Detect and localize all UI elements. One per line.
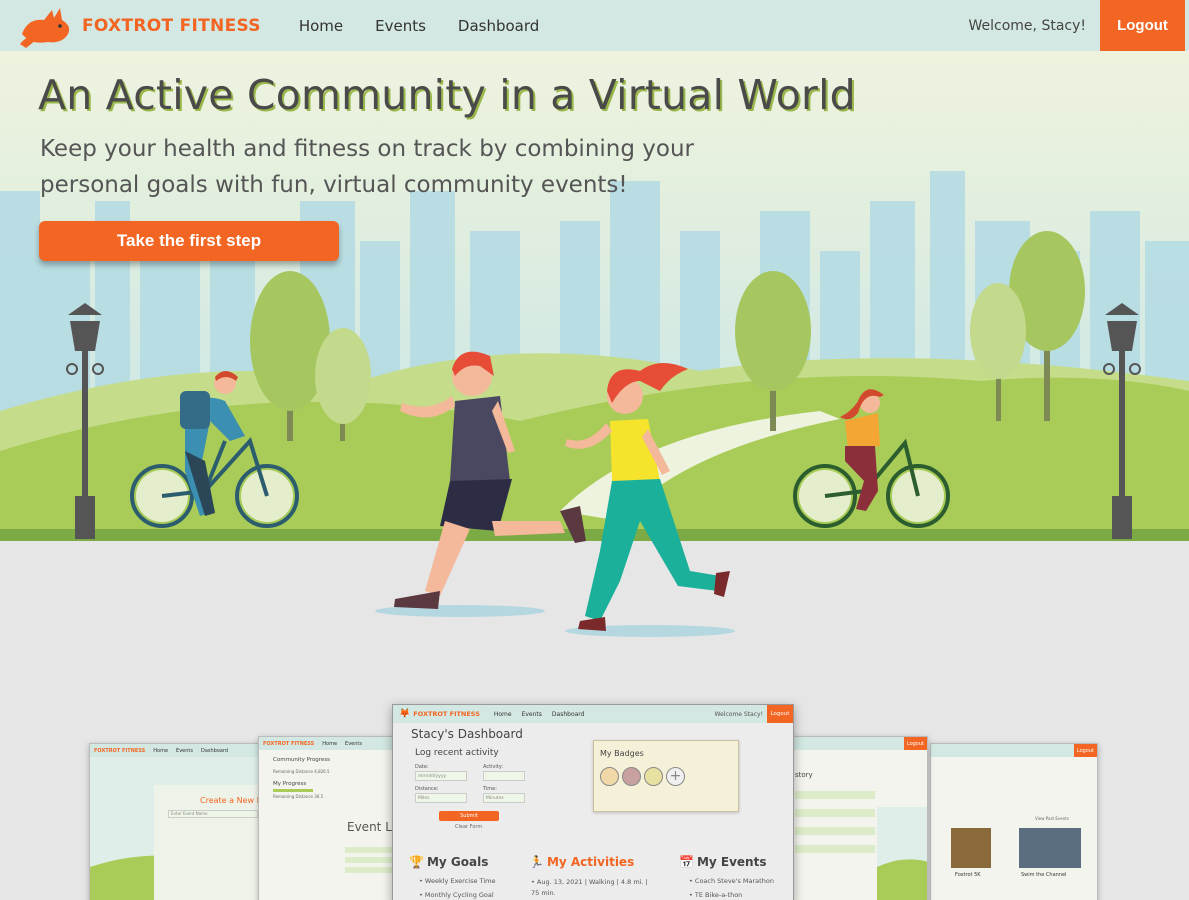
nav-events-link[interactable]: Events (375, 17, 426, 35)
preview-time-label: Time: (483, 786, 497, 792)
preview-time-field: Minutes (483, 793, 525, 803)
preview-badges-panel: My Badges + (593, 740, 739, 812)
preview-submit-button: Submit (439, 811, 499, 821)
preview-link: Events (176, 747, 193, 754)
preview-distance-label: Distance: (415, 786, 439, 792)
preview-table-row (345, 857, 395, 863)
welcome-message: Welcome, Stacy! (968, 17, 1087, 34)
preview-history-title: story (795, 771, 813, 779)
preview-event-image (951, 828, 991, 868)
preview-event-item: • Coach Steve's Marathon (689, 877, 774, 885)
preview-table-row (795, 827, 875, 835)
preview-remaining-distance: Remaining Distance 36.5 (273, 794, 324, 799)
preview-my-progress: My Progress (273, 781, 307, 787)
preview-create-event-title: Create a New E (200, 796, 262, 805)
preview-goal-text: Weekly Exercise Time (424, 877, 496, 885)
preview-create-event[interactable]: FOXTROT FITNESS Home Events Dashboard Creat… (89, 743, 269, 900)
preview-logout: Logout (1073, 744, 1097, 757)
fox-logo-icon: 🦊 (399, 709, 411, 719)
preview-brand: FOXTROT FITNESS (94, 747, 146, 754)
preview-history-page[interactable]: Logout story (790, 736, 928, 900)
preview-events-label: My Events (696, 855, 767, 869)
preview-event-text: TE Bike-a-thon (694, 891, 743, 899)
preview-link: Events (345, 740, 362, 747)
preview-goal-item: • Weekly Exercise Time (419, 877, 496, 885)
preview-progress-bar (273, 789, 313, 792)
preview-event-name-field: Enter Event Name (168, 810, 258, 818)
preview-activities-label: My Activities (546, 855, 635, 869)
calendar-icon: 📅 (679, 855, 694, 869)
preview-dashboard[interactable]: 🦊 FOXTROT FITNESS Home Events Dashboard … (392, 704, 794, 900)
preview-link: Events (521, 710, 542, 718)
preview-activity-text: Aug. 13, 2021 | Walking | 4.8 mi. | 75 m… (531, 878, 648, 897)
preview-logout: Logout (767, 705, 793, 723)
preview-community-progress: Community Progress (273, 757, 331, 763)
trophy-icon: 🏆 (409, 855, 424, 869)
preview-event-text: Coach Steve's Marathon (694, 877, 774, 885)
preview-link: Home (493, 710, 512, 718)
preview-logout: Logout (903, 737, 927, 750)
preview-gallery: FOXTROT FITNESS Home Events Dashboard Creat… (0, 690, 1189, 900)
preview-goals-title: 🏆 My Goals (409, 855, 488, 869)
preview-activity-field (483, 771, 525, 781)
preview-link: Dashboard (551, 710, 585, 718)
preview-log-title: Log recent activity (415, 748, 499, 758)
preview-link: Home (322, 740, 338, 747)
preview-park-illustration (877, 807, 927, 900)
preview-dashboard-title: Stacy's Dashboard (411, 727, 523, 741)
preview-event-title: Foxtrot 5K (955, 872, 981, 878)
preview-goal-text: Monthly Cycling Goal (424, 891, 494, 899)
preview-event-title: Swim the Channel (1021, 872, 1067, 878)
preview-table-row (795, 791, 875, 799)
preview-date-field: mm/dd/yyyy (415, 771, 467, 781)
nav-dashboard-link[interactable]: Dashboard (458, 17, 539, 35)
preview-link: Home (153, 747, 169, 754)
preview-table-row (345, 867, 395, 873)
brand[interactable]: FOXTROT FITNESS (18, 4, 261, 48)
medal-badge-icon (622, 767, 641, 786)
preview-date-label: Date: (415, 764, 429, 770)
runner-icon: 🏃 (529, 855, 544, 869)
preview-event-image (1019, 828, 1081, 868)
preview-goal-item: • Monthly Cycling Goal (419, 891, 494, 899)
add-badge-icon: + (666, 767, 685, 786)
preview-events-page[interactable]: Logout Foxtrot 5K Swim the Channel View … (930, 743, 1098, 900)
preview-remaining-distance: Remaining Distance 4,826.5 (273, 769, 330, 774)
preview-activity-item: • Aug. 13, 2021 | Walking | 4.8 mi. | 75… (531, 878, 648, 897)
preview-activity-label: Activity: (483, 764, 504, 770)
preview-view-past-events: View Past Events (1035, 816, 1069, 821)
preview-goals-label: My Goals (426, 855, 489, 869)
preview-table-row (795, 845, 875, 853)
hero-section: An Active Community in a Virtual World K… (0, 51, 1189, 691)
nav-links: Home Events Dashboard (299, 17, 539, 35)
hero-subtitle: Keep your health and fitness on track by… (40, 136, 694, 198)
preview-event-list-title: Event L (347, 820, 392, 834)
preview-welcome: Welcome Stacy! (714, 710, 763, 718)
preview-table-row (795, 809, 875, 817)
fox-logo-icon (20, 7, 70, 48)
hero-title: An Active Community in a Virtual World (38, 71, 856, 119)
preview-activities-title: 🏃 My Activities (529, 855, 634, 869)
preview-event-item: • TE Bike-a-thon (689, 891, 743, 899)
preview-distance-field: Miles (415, 793, 467, 803)
nav-home-link[interactable]: Home (299, 17, 343, 35)
preview-events-title: 📅 My Events (679, 855, 766, 869)
preview-park-illustration (90, 757, 268, 900)
logout-button[interactable]: Logout (1100, 0, 1185, 51)
preview-link: Dashboard (200, 747, 229, 754)
top-navbar: FOXTROT FITNESS Home Events Dashboard We… (0, 0, 1189, 51)
cycling-badge-icon (644, 767, 663, 786)
preview-brand: FOXTROT FITNESS (413, 710, 480, 718)
preview-brand: FOXTROT FITNESS (263, 740, 315, 747)
preview-badges-title: My Badges (600, 749, 644, 758)
preview-clear-form: Clear Form (455, 824, 483, 830)
preview-event-list[interactable]: FOXTROT FITNESS Home Events Community Prog… (258, 736, 408, 900)
preview-table-row (345, 847, 395, 853)
take-first-step-button[interactable]: Take the first step (39, 221, 339, 261)
running-badge-icon (600, 767, 619, 786)
preview-navbar: 🦊 FOXTROT FITNESS Home Events Dashboard … (393, 705, 793, 723)
brand-name: FOXTROT FITNESS (82, 15, 261, 36)
